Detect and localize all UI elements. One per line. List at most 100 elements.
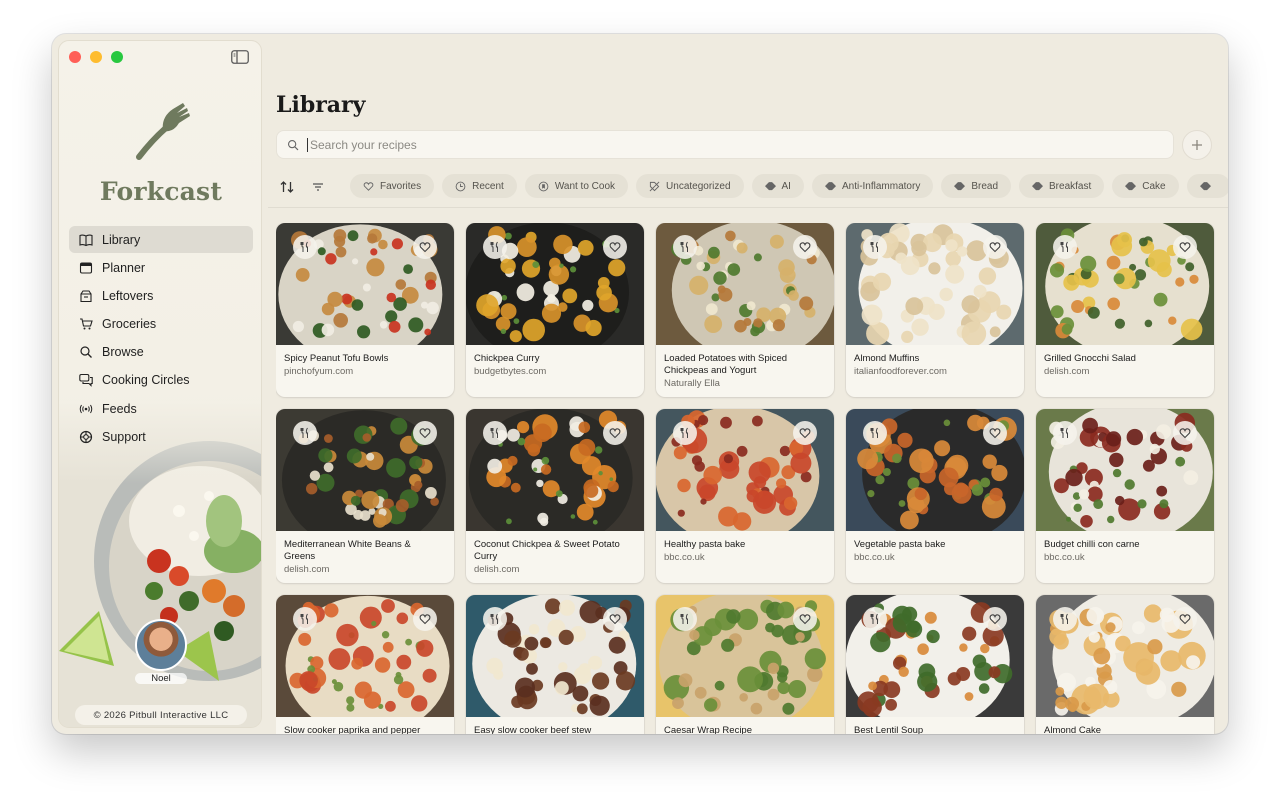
favorite-heart-icon[interactable]: [793, 421, 817, 445]
main-content: Library Favorites Recent Want to Cook Uncat…: [268, 34, 1228, 734]
recipe-card[interactable]: Spicy Peanut Tofu Bowls pinchofyum.com: [276, 223, 454, 397]
fork-knife-icon: [673, 607, 697, 631]
bookmark-icon: [538, 181, 549, 191]
favorite-heart-icon[interactable]: [413, 235, 437, 259]
recipe-card[interactable]: Coconut Chickpea & Sweet Potato Curry del…: [466, 409, 644, 583]
recipe-card[interactable]: Chickpea Curry budgetbytes.com: [466, 223, 644, 397]
recipe-card[interactable]: Mediterranean White Beans & Greens delish…: [276, 409, 454, 583]
favorite-heart-icon[interactable]: [1173, 607, 1197, 631]
sidebar-item-label: Browse: [102, 345, 144, 360]
tag-icon: [1032, 181, 1044, 190]
search-input[interactable]: [310, 137, 1150, 152]
chip-label: Uncategorized: [666, 180, 731, 192]
sidebar-item-feeds[interactable]: Feeds: [69, 395, 253, 422]
recipe-title: Budget chilli con carne: [1044, 539, 1140, 550]
calendar-icon: [79, 262, 93, 274]
recipe-title: Almond Muffins: [854, 353, 920, 364]
chip-recent[interactable]: Recent: [442, 174, 517, 198]
recipe-card[interactable]: Caesar Wrap Recipe: [656, 595, 834, 734]
recipe-card[interactable]: Healthy pasta bake bbc.co.uk: [656, 409, 834, 583]
chip-more[interactable]: [1186, 174, 1228, 198]
close-button[interactable]: [69, 51, 81, 63]
copyright-text: © 2026 Pitbull Interactive LLC: [75, 705, 247, 725]
heart-icon: [363, 181, 374, 191]
sidebar-item-browse[interactable]: Browse: [69, 339, 253, 366]
fork-knife-icon: [673, 235, 697, 259]
chip-anti-inflammatory[interactable]: Anti-Inflammatory: [811, 174, 934, 198]
search-bar[interactable]: [276, 130, 1174, 159]
fork-knife-icon: [1053, 607, 1077, 631]
recipe-card[interactable]: Slow cooker paprika and pepper: [276, 595, 454, 734]
app-window: Forkcast Library Planner Leftovers Groce…: [52, 34, 1228, 734]
sort-icon[interactable]: [279, 179, 295, 195]
recipe-card[interactable]: Loaded Potatoes with Spiced Chickpeas an…: [656, 223, 834, 397]
avatar[interactable]: [135, 619, 187, 671]
chip-ai[interactable]: AI: [751, 174, 804, 198]
favorite-heart-icon[interactable]: [603, 607, 627, 631]
sidebar-item-groceries[interactable]: Groceries: [69, 311, 253, 338]
recipe-card[interactable]: Vegetable pasta bake bbc.co.uk: [846, 409, 1024, 583]
recipe-title: Best Lentil Soup: [854, 725, 924, 734]
category-chips: Favorites Recent Want to Cook Uncategorized…: [350, 174, 1228, 198]
favorite-heart-icon[interactable]: [983, 235, 1007, 259]
chip-label: Anti-Inflammatory: [841, 180, 921, 192]
recipe-source: budgetbytes.com: [474, 366, 547, 377]
recipe-source: Naturally Ella: [664, 378, 720, 389]
favorite-heart-icon[interactable]: [413, 421, 437, 445]
sidebar-item-label: Feeds: [102, 401, 137, 416]
add-recipe-button[interactable]: [1182, 130, 1212, 160]
text-caret: [307, 137, 308, 152]
favorite-heart-icon[interactable]: [793, 607, 817, 631]
sidebar-item-label: Support: [102, 429, 146, 444]
recipe-card[interactable]: Best Lentil Soup: [846, 595, 1024, 734]
recipe-card[interactable]: Easy slow cooker beef stew: [466, 595, 644, 734]
chip-label: Favorites: [380, 180, 422, 192]
sidebar-item-label: Library: [102, 232, 141, 247]
recipe-card[interactable]: Almond Cake: [1036, 595, 1214, 734]
recipe-title: Easy slow cooker beef stew: [474, 725, 592, 734]
chip-bread[interactable]: Bread: [941, 174, 1012, 198]
recipe-title: Slow cooker paprika and pepper: [284, 725, 421, 734]
chip-want-to-cook[interactable]: Want to Cook: [524, 174, 629, 198]
recipe-grid: Spicy Peanut Tofu Bowls pinchofyum.com Chi…: [276, 223, 1216, 734]
favorite-heart-icon[interactable]: [603, 421, 627, 445]
book-icon: [79, 234, 93, 246]
recipe-title: Mediterranean White Beans & Greens: [284, 539, 411, 562]
filter-lines-icon[interactable]: [310, 179, 326, 195]
recipe-source: bbc.co.uk: [854, 552, 895, 563]
recipe-title: Vegetable pasta bake: [854, 539, 946, 550]
leftovers-icon: [80, 290, 92, 302]
chip-label: Breakfast: [1049, 180, 1092, 192]
favorite-heart-icon[interactable]: [983, 421, 1007, 445]
chip-label: AI: [781, 180, 791, 192]
chip-favorites[interactable]: Favorites: [350, 174, 435, 198]
sidebar-item-label: Cooking Circles: [102, 373, 190, 388]
sidebar-item-label: Planner: [102, 260, 146, 275]
chip-breakfast[interactable]: Breakfast: [1019, 174, 1105, 198]
tag-icon: [1125, 181, 1137, 190]
chip-cake[interactable]: Cake: [1112, 174, 1179, 198]
chip-uncategorized[interactable]: Uncategorized: [636, 174, 744, 198]
sidebar-item-planner[interactable]: Planner: [69, 254, 253, 281]
zoom-button[interactable]: [111, 51, 123, 63]
fork-knife-icon: [293, 235, 317, 259]
brand-name: Forkcast: [99, 177, 223, 206]
sidebar-toggle-icon[interactable]: [231, 50, 249, 64]
recipe-card[interactable]: Grilled Gnocchi Salad delish.com: [1036, 223, 1214, 397]
chip-label: Bread: [971, 180, 999, 192]
favorite-heart-icon[interactable]: [983, 607, 1007, 631]
favorite-heart-icon[interactable]: [1173, 235, 1197, 259]
favorite-heart-icon[interactable]: [413, 607, 437, 631]
recipe-card[interactable]: Almond Muffins italianfoodforever.com: [846, 223, 1024, 397]
recipe-title: Spicy Peanut Tofu Bowls: [284, 353, 389, 364]
favorite-heart-icon[interactable]: [1173, 421, 1197, 445]
favorite-heart-icon[interactable]: [603, 235, 627, 259]
minimize-button[interactable]: [90, 51, 102, 63]
sidebar-item-cooking-circles[interactable]: Cooking Circles: [69, 367, 253, 394]
fork-knife-icon: [863, 235, 887, 259]
sidebar-item-support[interactable]: Support: [69, 423, 253, 450]
recipe-card[interactable]: Budget chilli con carne bbc.co.uk: [1036, 409, 1214, 583]
favorite-heart-icon[interactable]: [793, 235, 817, 259]
sidebar-item-leftovers[interactable]: Leftovers: [69, 282, 253, 309]
sidebar-item-library[interactable]: Library: [69, 226, 253, 253]
